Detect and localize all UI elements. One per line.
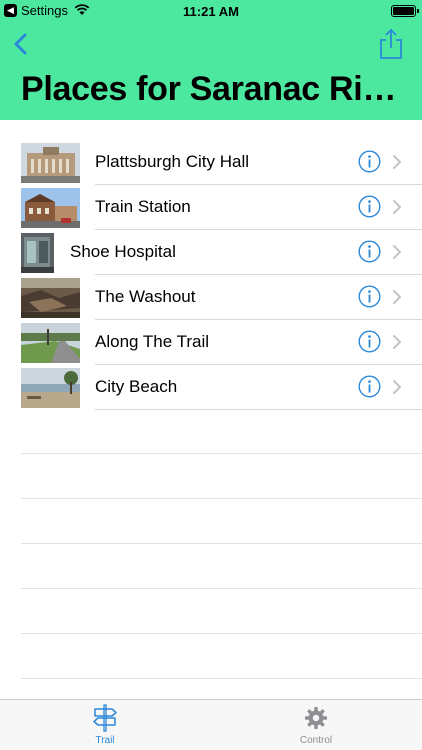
gear-icon xyxy=(305,707,327,729)
list-item[interactable]: Plattsburgh City Hall xyxy=(0,140,422,185)
chevron-left-icon[interactable] xyxy=(10,30,34,58)
place-name: The Washout xyxy=(95,287,196,306)
chevron-right-icon xyxy=(393,290,401,304)
list-item[interactable]: Shoe Hospital xyxy=(0,230,422,275)
place-name: Train Station xyxy=(95,197,191,216)
train-station-photo xyxy=(21,188,80,228)
beach-photo xyxy=(21,368,80,408)
washout-photo xyxy=(21,278,80,318)
chevron-right-icon xyxy=(393,245,401,259)
place-name: City Beach xyxy=(95,377,178,396)
empty-row-divider xyxy=(21,678,422,679)
chevron-right-icon xyxy=(393,155,401,169)
info-circle-icon[interactable] xyxy=(358,285,381,308)
empty-row-divider xyxy=(21,453,422,454)
navigation-header: ◀ Settings 11:21 AM Places for Saranac R… xyxy=(0,0,422,120)
place-name: Shoe Hospital xyxy=(70,242,176,261)
tab-control-label: Control xyxy=(299,735,333,746)
page-title: Places for Saranac Riv... xyxy=(21,70,401,108)
chevron-right-icon xyxy=(393,335,401,349)
share-icon[interactable] xyxy=(378,28,404,60)
list-item[interactable]: City Beach xyxy=(0,365,422,410)
chevron-right-icon xyxy=(393,380,401,394)
info-circle-icon[interactable] xyxy=(358,330,381,353)
list-item[interactable]: Along The Trail xyxy=(0,320,422,365)
signpost-icon xyxy=(93,704,117,732)
tab-trail-label: Trail xyxy=(95,735,115,746)
city-hall-photo xyxy=(21,143,80,183)
status-bar: ◀ Settings 11:21 AM xyxy=(0,0,422,22)
empty-row-divider xyxy=(21,588,422,589)
info-circle-icon[interactable] xyxy=(358,195,381,218)
list-item[interactable]: The Washout xyxy=(0,275,422,320)
info-circle-icon[interactable] xyxy=(358,375,381,398)
info-circle-icon[interactable] xyxy=(358,150,381,173)
list-item[interactable]: Train Station xyxy=(0,185,422,230)
status-time: 11:21 AM xyxy=(183,4,239,19)
empty-row-divider xyxy=(21,633,422,634)
battery-icon xyxy=(391,5,419,17)
places-list: Plattsburgh City Hall Train Station Shoe… xyxy=(0,140,422,410)
place-name: Along The Trail xyxy=(95,332,210,351)
tab-bar: Trail Control xyxy=(0,699,422,750)
empty-row-divider xyxy=(21,543,422,544)
chevron-right-icon xyxy=(393,200,401,214)
tab-trail[interactable]: Trail xyxy=(55,703,155,749)
shoe-hospital-photo xyxy=(21,233,54,273)
info-circle-icon[interactable] xyxy=(358,240,381,263)
trail-photo xyxy=(21,323,80,363)
tab-control[interactable]: Control xyxy=(266,703,366,749)
empty-row-divider xyxy=(21,498,422,499)
row-divider xyxy=(95,409,422,410)
place-name: Plattsburgh City Hall xyxy=(95,152,250,171)
